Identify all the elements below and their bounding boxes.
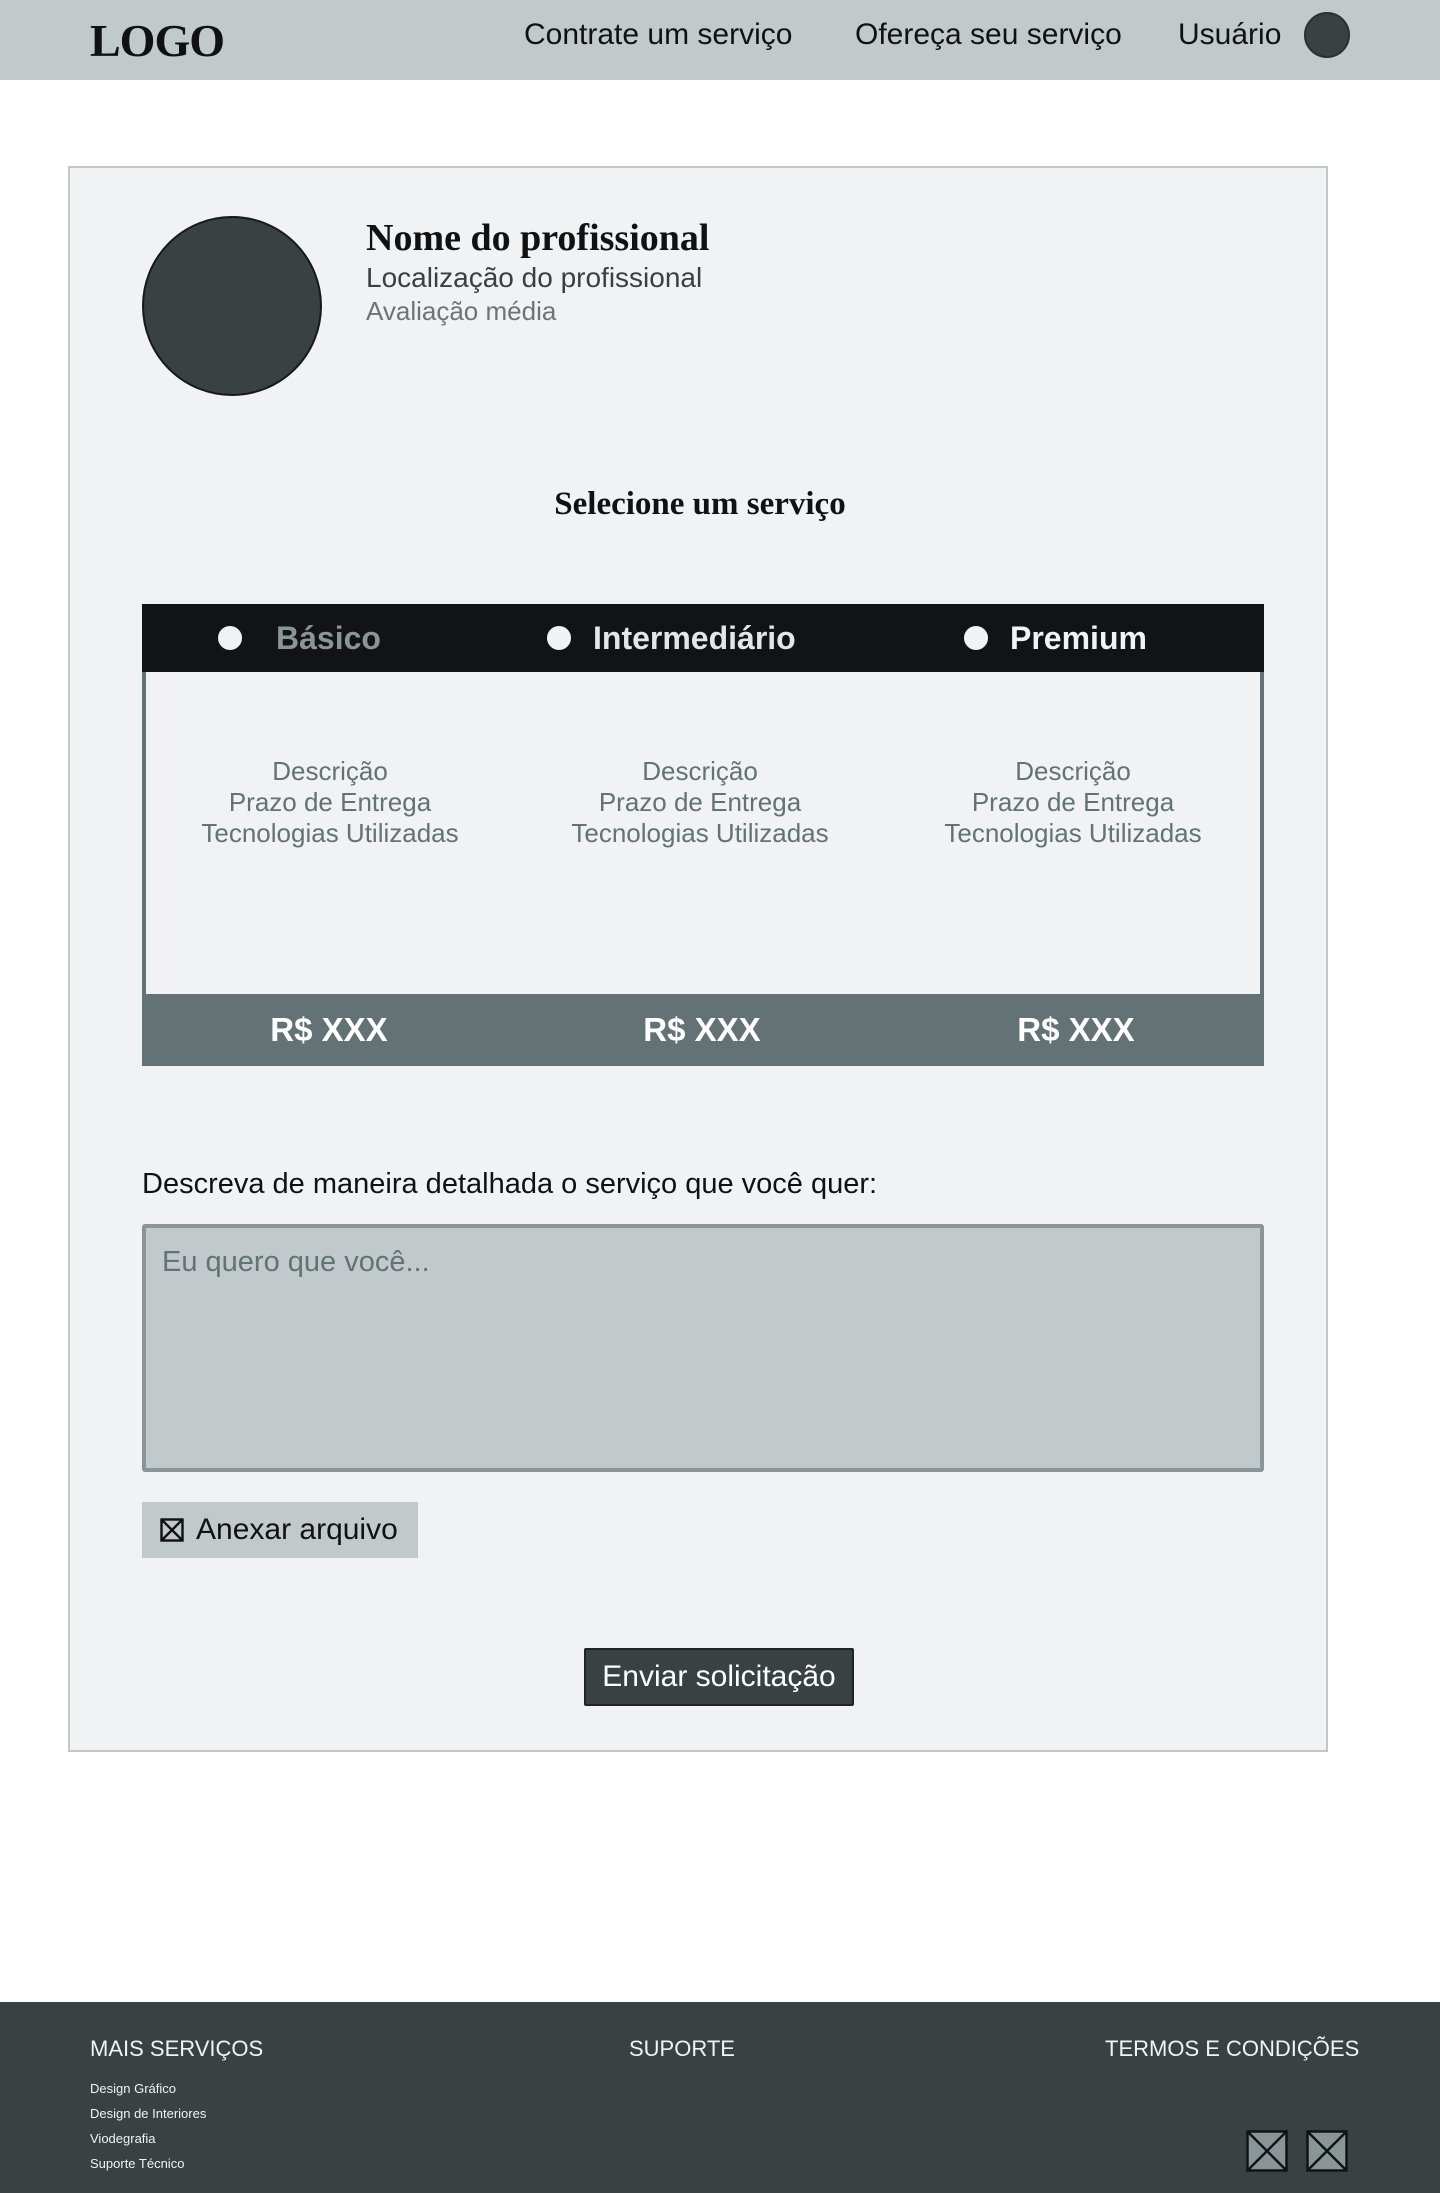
plans-header: Básico Intermediário Premium [142,604,1264,672]
attach-file-label: Anexar arquivo [196,1513,398,1546]
plan-delivery-time: Prazo de Entrega [598,787,802,817]
plan-option-premium[interactable]: Premium [964,604,1147,672]
plan-details-premium[interactable]: Descrição Prazo de Entrega Tecnologias U… [886,672,1264,994]
request-description-input[interactable] [142,1224,1264,1472]
plans-price-row: R$ XXX R$ XXX R$ XXX [142,994,1264,1066]
plan-label-intermediate: Intermediário [593,619,796,656]
request-description-label: Descreva de maneira detalhada o serviço … [142,1168,878,1200]
nav-link-user[interactable]: Usuário [1178,18,1281,52]
footer-terms-link[interactable]: TERMOS E CONDIÇÕES [1105,2036,1359,2062]
radio-intermediate[interactable] [547,626,571,650]
plan-details-intermediate[interactable]: Descrição Prazo de Entrega Tecnologias U… [514,672,890,994]
price-premium: R$ XXX [1017,1011,1135,1048]
plan-description: Descrição [1015,756,1131,786]
attach-file-button[interactable]: Anexar arquivo [142,1502,418,1558]
service-plans-table: Básico Intermediário Premium Descrição P… [142,604,1264,1066]
plan-label-premium: Premium [1010,619,1147,656]
nav-link-offer-service[interactable]: Ofereça seu serviço [855,18,1122,52]
footer-support-link[interactable]: SUPORTE [629,2036,735,2062]
professional-avatar [142,216,322,396]
footer-link-graphic-design[interactable]: Design Gráfico [90,2076,206,2101]
plan-option-intermediate[interactable]: Intermediário [547,604,796,672]
logo[interactable]: LOGO [90,14,225,67]
plan-option-basic[interactable]: Básico [218,604,381,672]
plan-delivery-time: Prazo de Entrega [971,787,1175,817]
plan-details-basic[interactable]: Descrição Prazo de Entrega Tecnologias U… [142,672,518,994]
service-request-card: Nome do profissional Localização do prof… [68,166,1328,1752]
footer-more-services-title[interactable]: MAIS SERVIÇOS [90,2036,263,2062]
plan-delivery-time: Prazo de Entrega [228,787,432,817]
professional-name: Nome do profissional [366,217,710,259]
radio-premium[interactable] [964,626,988,650]
footer-services-list: Design Gráfico Design de Interiores Viod… [90,2076,206,2176]
user-avatar[interactable] [1304,12,1350,58]
plan-technologies: Tecnologias Utilizadas [571,818,829,848]
plan-technologies: Tecnologias Utilizadas [201,818,459,848]
broken-image-icon [160,1518,184,1542]
nav-link-hire-service[interactable]: Contrate um serviço [524,18,792,52]
submit-request-button[interactable]: Enviar solicitação [584,1648,854,1706]
footer: MAIS SERVIÇOS Design Gráfico Design de I… [0,2002,1440,2193]
price-intermediate: R$ XXX [643,1011,761,1048]
footer-link-videography[interactable]: Viodegrafia [90,2126,206,2151]
social-icon-placeholder[interactable] [1306,2130,1348,2172]
plan-label-basic: Básico [276,619,381,656]
footer-link-interior-design[interactable]: Design de Interiores [90,2101,206,2126]
professional-rating: Avaliação média [366,296,557,326]
top-navbar: LOGO Contrate um serviço Ofereça seu ser… [0,0,1440,80]
price-basic: R$ XXX [270,1011,388,1048]
professional-location: Localização do profissional [366,262,703,293]
social-icon-placeholder[interactable] [1246,2130,1288,2172]
section-title: Selecione um serviço [554,486,846,522]
plan-description: Descrição [272,756,388,786]
footer-link-tech-support[interactable]: Suporte Técnico [90,2151,206,2176]
plan-description: Descrição [642,756,758,786]
radio-basic[interactable] [218,626,242,650]
plan-technologies: Tecnologias Utilizadas [944,818,1202,848]
